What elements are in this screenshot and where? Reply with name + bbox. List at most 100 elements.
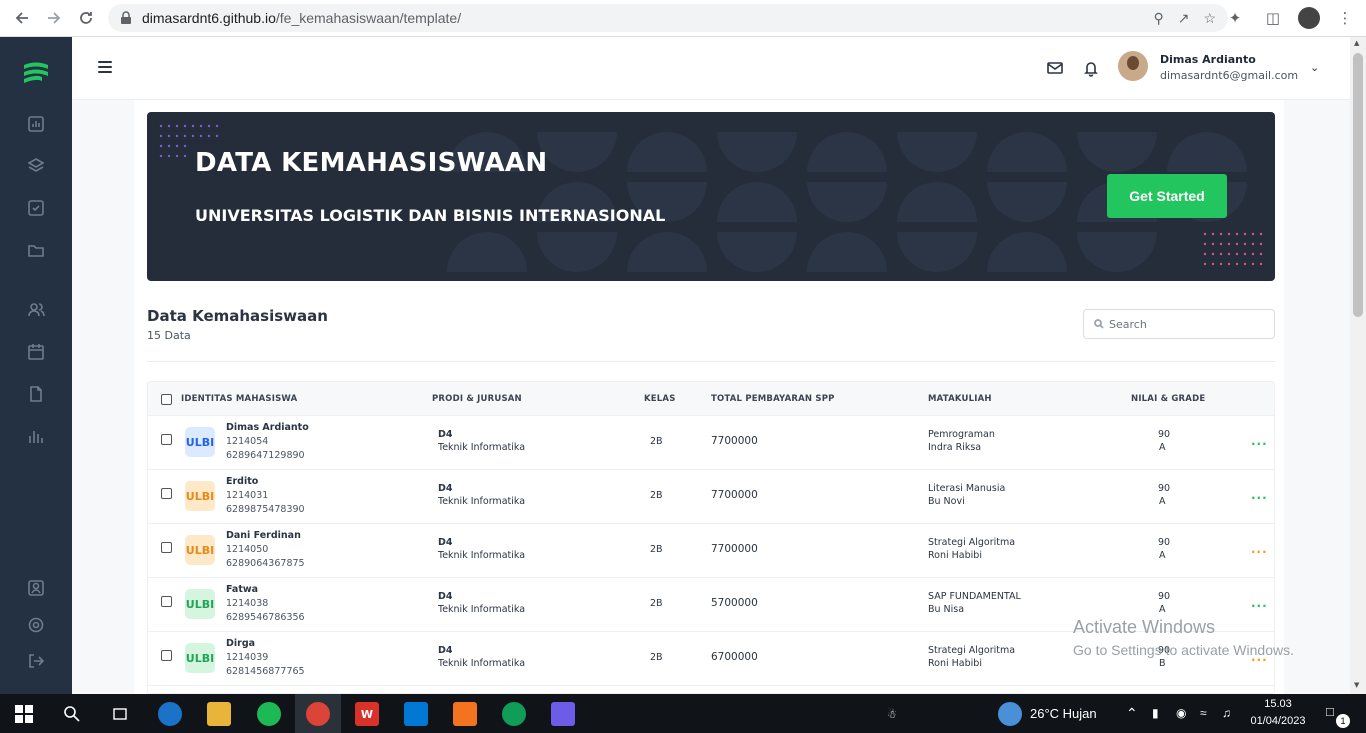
task-view-icon[interactable]: [108, 702, 132, 726]
search-placeholder: Search: [1109, 317, 1147, 331]
row-checkbox[interactable]: [161, 488, 172, 499]
activation-watermark-text: Go to Settings to activate Windows.: [1073, 642, 1294, 658]
student-phone: 6289875478390: [226, 504, 305, 515]
page-scrollbar[interactable]: ▲ ▼: [1350, 37, 1366, 694]
user-profile-icon[interactable]: [26, 578, 46, 598]
chevron-up-icon[interactable]: ⌃: [1126, 705, 1138, 722]
calendar-icon[interactable]: [26, 342, 46, 362]
column-header[interactable]: PRODI & JURUSAN: [432, 394, 522, 404]
more-options-icon[interactable]: ...: [1251, 596, 1268, 610]
university-badge: ULBI: [185, 427, 215, 457]
share-icon[interactable]: ↗: [1178, 10, 1190, 27]
student-name: Erdito: [226, 476, 259, 487]
university-badge: ULBI: [185, 589, 215, 619]
battery-icon[interactable]: ▮: [1152, 706, 1159, 720]
user-avatar[interactable]: [1118, 51, 1148, 81]
zoom-icon[interactable]: ⚲: [1153, 10, 1163, 27]
more-options-icon[interactable]: ...: [1251, 488, 1268, 502]
search-input[interactable]: Search: [1083, 309, 1275, 339]
profile-avatar[interactable]: [1298, 7, 1320, 29]
edge-browser-icon[interactable]: [158, 702, 182, 726]
chevron-down-icon[interactable]: ⌄: [1310, 61, 1319, 74]
folder-icon[interactable]: [26, 240, 46, 260]
more-options-icon[interactable]: ...: [1251, 434, 1268, 448]
weather-text[interactable]: 26°C Hujan: [1030, 706, 1097, 721]
spotify-icon[interactable]: [257, 702, 281, 726]
student-name: Dani Ferdinan: [226, 530, 301, 541]
column-header[interactable]: KELAS: [644, 394, 676, 404]
dashboard-chart-icon[interactable]: [26, 114, 46, 134]
select-all-checkbox[interactable]: [161, 394, 172, 405]
table-row[interactable]: ULBI Dimas Ardianto 1214054 6289647129890 D4…: [148, 416, 1274, 470]
bookmark-star-icon[interactable]: ☆: [1203, 10, 1216, 27]
row-checkbox[interactable]: [161, 650, 172, 661]
jurusan: Teknik Informatika: [438, 658, 526, 669]
banner-subtitle: UNIVERSITAS LOGISTIK DAN BISNIS INTERNAS…: [195, 206, 666, 225]
kelas: 2B: [650, 652, 663, 663]
bell-icon[interactable]: [1082, 59, 1100, 77]
table-row[interactable]: ULBI Dani Ferdinan 1214050 6289064367875 D4 T…: [148, 524, 1274, 578]
matakuliah: Strategi Algoritma: [928, 645, 1016, 656]
table-row[interactable]: ULBI Erdito 1214031 6289875478390 D4 Teknik I…: [148, 470, 1274, 524]
xampp-icon[interactable]: [453, 702, 477, 726]
clock-time[interactable]: 15.03: [1246, 698, 1310, 710]
address-bar[interactable]: dimasardnt6.github.io/fe_kemahasiswaan/t…: [108, 4, 1228, 32]
nilai: 90: [1158, 537, 1171, 548]
notification-icon[interactable]: □: [1326, 704, 1334, 719]
wps-office-icon[interactable]: W: [355, 702, 379, 726]
settings-gear-icon[interactable]: [26, 615, 46, 635]
wifi-icon[interactable]: ≈: [1200, 706, 1207, 720]
chrome-icon[interactable]: [306, 702, 330, 726]
app-header: Dimas Ardianto dimasardnt6@gmail.com ⌄: [72, 37, 1350, 100]
side-panel-icon[interactable]: ◫: [1260, 5, 1286, 31]
column-header[interactable]: MATAKULIAH: [928, 394, 992, 404]
weather-cloud-icon[interactable]: [998, 702, 1022, 726]
people-icon[interactable]: ☃: [880, 702, 904, 726]
row-checkbox[interactable]: [161, 542, 172, 553]
university-badge: ULBI: [185, 643, 215, 673]
checkbox-icon[interactable]: [26, 198, 46, 218]
users-icon[interactable]: [26, 300, 46, 320]
search-icon[interactable]: [60, 702, 84, 726]
vscode-icon[interactable]: [404, 702, 428, 726]
jurusan: Teknik Informatika: [438, 550, 526, 561]
prodi: D4: [438, 645, 453, 656]
bar-chart-icon[interactable]: [26, 426, 46, 446]
table-row[interactable]: ULBI Dirga 1214039 6281456877765 D4 Teknik In…: [148, 632, 1274, 686]
mail-icon[interactable]: [1046, 59, 1064, 77]
nilai: 90: [1158, 429, 1171, 440]
windows-start-icon[interactable]: [12, 702, 36, 726]
column-header[interactable]: TOTAL PEMBAYARAN SPP: [711, 394, 835, 404]
row-checkbox[interactable]: [161, 596, 172, 607]
extensions-icon[interactable]: ✦: [1222, 5, 1248, 31]
get-started-button[interactable]: Get Started: [1107, 174, 1227, 218]
logout-icon[interactable]: [26, 651, 46, 671]
meet-icon[interactable]: ◉: [1176, 706, 1186, 720]
document-icon[interactable]: [26, 384, 46, 404]
student-name: Dimas Ardianto: [226, 422, 309, 433]
column-header[interactable]: IDENTITAS MAHASISWA: [181, 394, 297, 404]
table-header: IDENTITAS MAHASISWA PRODI & JURUSAN KELA…: [148, 382, 1274, 416]
scrollbar-thumb[interactable]: [1353, 53, 1363, 317]
browser-menu-icon[interactable]: ⋮: [1332, 5, 1358, 31]
grade: A: [1159, 442, 1166, 453]
forward-arrow-icon[interactable]: [40, 4, 68, 32]
brand-logo[interactable]: [22, 59, 50, 87]
file-explorer-icon[interactable]: [207, 702, 231, 726]
more-options-icon[interactable]: ...: [1251, 542, 1268, 556]
scroll-up-icon[interactable]: ▲: [1354, 39, 1359, 47]
reload-icon[interactable]: [72, 4, 100, 32]
clock-date[interactable]: 01/04/2023: [1246, 715, 1310, 727]
scroll-down-icon[interactable]: ▼: [1354, 681, 1359, 689]
prodi: D4: [438, 429, 453, 440]
hamburger-menu-icon[interactable]: [98, 61, 112, 73]
data-count: 15 Data: [147, 329, 191, 342]
git-tool-icon[interactable]: [551, 702, 575, 726]
mongodb-compass-icon[interactable]: [502, 702, 526, 726]
nilai: 90: [1158, 483, 1171, 494]
column-header[interactable]: NILAI & GRADE: [1131, 394, 1205, 404]
row-checkbox[interactable]: [161, 434, 172, 445]
layers-icon[interactable]: [26, 156, 46, 176]
volume-icon[interactable]: ♫: [1222, 706, 1231, 720]
back-arrow-icon[interactable]: [8, 4, 36, 32]
